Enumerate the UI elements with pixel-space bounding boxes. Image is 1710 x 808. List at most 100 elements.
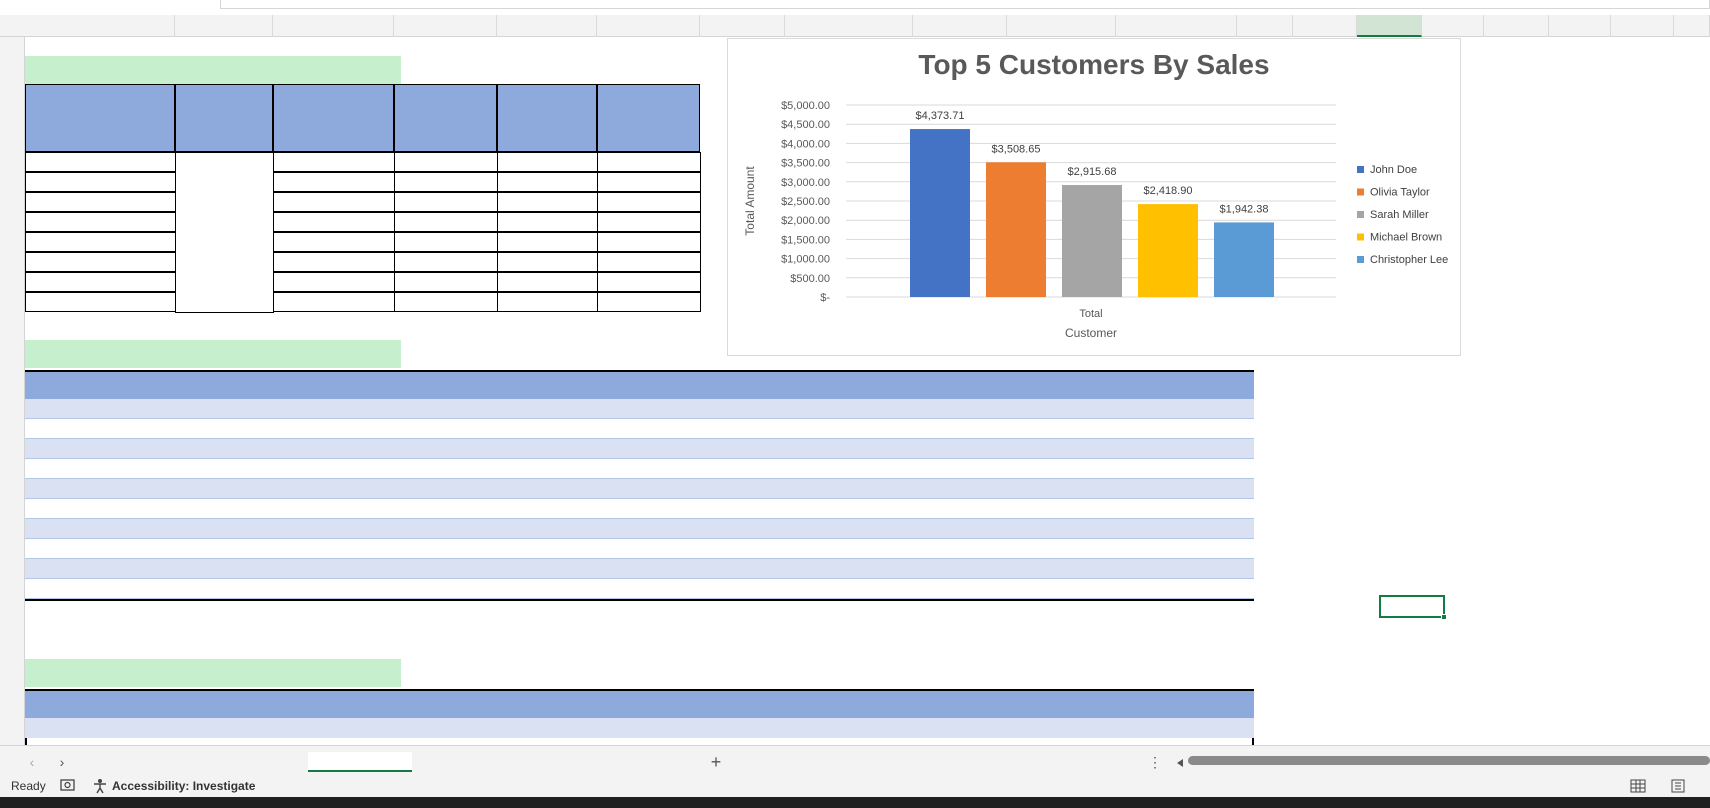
msv-header-product[interactable] [25, 372, 175, 399]
msv-value-cell[interactable] [785, 519, 913, 539]
pa-volume-cell[interactable] [273, 292, 395, 312]
column-header-p[interactable] [1484, 15, 1549, 37]
msv-value-cell[interactable] [700, 499, 785, 519]
msv-value-cell[interactable] [597, 419, 700, 439]
msv-value-cell[interactable] [700, 399, 785, 419]
msv-value-cell[interactable] [497, 399, 597, 419]
pa-cost-cell[interactable] [394, 252, 498, 272]
msv-value-cell[interactable] [394, 519, 497, 539]
msv-value-cell[interactable] [175, 519, 273, 539]
msv-value-cell[interactable] [1007, 479, 1116, 499]
msi-value-cell[interactable] [913, 718, 1007, 738]
msv-value-cell[interactable] [1007, 559, 1116, 579]
msv-value-cell[interactable] [273, 459, 394, 479]
msv-value-cell[interactable] [394, 439, 497, 459]
pa-product-cell[interactable] [25, 152, 176, 172]
tab-monthly-report[interactable] [308, 752, 412, 772]
pa-profit-cell[interactable] [597, 212, 701, 232]
msv-value-cell[interactable] [497, 539, 597, 559]
pa-revenue-cell[interactable] [497, 212, 598, 232]
column-header-d[interactable] [394, 15, 497, 37]
column-header-o[interactable] [1422, 15, 1484, 37]
msv-value-cell[interactable] [597, 479, 700, 499]
pa-cost-cell[interactable] [394, 172, 498, 192]
msv-value-cell[interactable] [785, 539, 913, 559]
msv-value-cell[interactable] [597, 499, 700, 519]
msv-product-cell[interactable] [25, 419, 175, 439]
msi-header-average[interactable] [1116, 691, 1254, 718]
msv-product-cell[interactable] [25, 559, 175, 579]
msv-value-cell[interactable] [700, 479, 785, 499]
msi-value-cell[interactable] [394, 718, 497, 738]
column-header-f[interactable] [597, 15, 700, 37]
msv-value-cell[interactable] [175, 439, 273, 459]
msv-value-cell[interactable] [175, 479, 273, 499]
msv-value-cell[interactable] [394, 499, 497, 519]
fill-handle[interactable] [1441, 614, 1447, 620]
msv-value-cell[interactable] [273, 579, 394, 599]
pa-profit-cell[interactable] [597, 172, 701, 192]
msv-value-cell[interactable] [1007, 579, 1116, 599]
tab-customer[interactable] [428, 752, 496, 772]
msv-value-cell[interactable] [913, 499, 1007, 519]
pa-profit-cell[interactable] [597, 252, 701, 272]
msv-value-cell[interactable] [785, 399, 913, 419]
msv-header-average[interactable] [1116, 372, 1254, 399]
pa-cost-cell[interactable] [394, 192, 498, 212]
selected-cell[interactable] [1379, 595, 1447, 620]
msi-header-dec[interactable] [1007, 691, 1116, 718]
pa-revenue-cell[interactable] [497, 232, 598, 252]
msv-value-cell[interactable] [175, 499, 273, 519]
pa-revenue-cell[interactable] [497, 252, 598, 272]
msv-value-cell[interactable] [497, 579, 597, 599]
msv-header-aug[interactable] [597, 372, 700, 399]
msv-value-cell[interactable] [394, 559, 497, 579]
msv-value-cell[interactable] [785, 439, 913, 459]
pa-product-cell[interactable] [25, 292, 176, 312]
msv-value-cell[interactable] [785, 419, 913, 439]
msv-value-cell[interactable] [273, 399, 394, 419]
msv-value-cell[interactable] [1116, 519, 1254, 539]
pa-product-cell[interactable] [25, 172, 176, 192]
msv-value-cell[interactable] [1007, 419, 1116, 439]
scroll-left-icon[interactable]: ‹ [22, 752, 42, 772]
page-layout-icon[interactable] [1670, 778, 1686, 794]
column-header-k[interactable] [1116, 15, 1237, 37]
msv-value-cell[interactable] [273, 559, 394, 579]
pa-product-cell[interactable] [25, 272, 176, 292]
msv-value-cell[interactable] [394, 459, 497, 479]
pa-product-cell[interactable] [25, 252, 176, 272]
pa-profit-cell[interactable] [597, 292, 701, 312]
msv-value-cell[interactable] [597, 559, 700, 579]
msv-value-cell[interactable] [913, 399, 1007, 419]
column-header-h[interactable] [785, 15, 913, 37]
scroll-right-icon[interactable]: › [52, 752, 72, 772]
accessibility-icon[interactable] [92, 778, 108, 794]
msv-value-cell[interactable] [175, 459, 273, 479]
msv-value-cell[interactable] [1007, 539, 1116, 559]
msi-value-cell[interactable] [700, 718, 785, 738]
msv-product-cell[interactable] [25, 439, 175, 459]
pa-product-cell[interactable] [25, 212, 176, 232]
msv-value-cell[interactable] [913, 579, 1007, 599]
msv-value-cell[interactable] [497, 459, 597, 479]
column-header-l[interactable] [1237, 15, 1293, 37]
msv-value-cell[interactable] [1116, 579, 1254, 599]
pa-volume-cell[interactable] [273, 272, 395, 292]
msv-value-cell[interactable] [497, 519, 597, 539]
msv-value-cell[interactable] [1116, 559, 1254, 579]
macro-recorder-icon[interactable] [60, 778, 76, 792]
msv-value-cell[interactable] [497, 479, 597, 499]
msv-value-cell[interactable] [785, 559, 913, 579]
msv-value-cell[interactable] [1007, 399, 1116, 419]
horizontal-scrollbar[interactable] [1188, 756, 1710, 765]
msv-value-cell[interactable] [913, 479, 1007, 499]
msv-value-cell[interactable] [497, 439, 597, 459]
msi-header-sep[interactable] [700, 691, 785, 718]
msv-product-cell[interactable] [25, 399, 175, 419]
msv-header-sep[interactable] [700, 372, 785, 399]
pa-product-cell[interactable] [25, 192, 176, 212]
msv-value-cell[interactable] [394, 419, 497, 439]
msi-value-cell[interactable] [497, 718, 597, 738]
msv-value-cell[interactable] [175, 399, 273, 419]
